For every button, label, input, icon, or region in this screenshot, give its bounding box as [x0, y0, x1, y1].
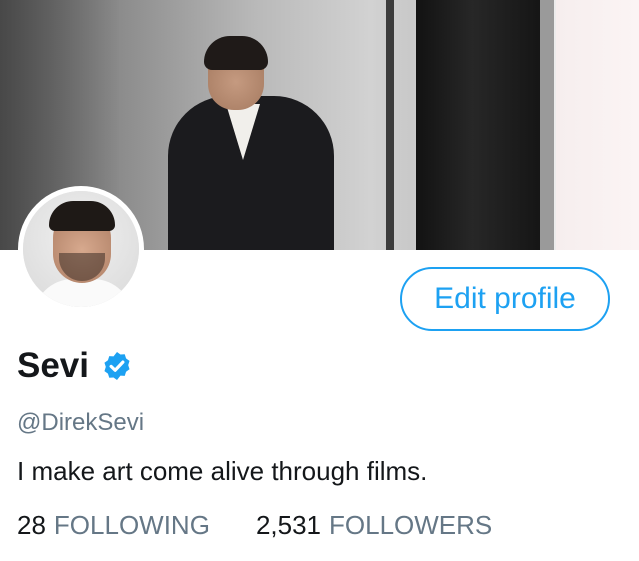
avatar[interactable]	[18, 186, 144, 312]
softbox-edge	[540, 0, 554, 250]
followers-stat[interactable]: 2,531 FOLLOWERS	[256, 510, 492, 541]
followers-label: FOLLOWERS	[329, 510, 493, 540]
person-hair	[204, 36, 268, 70]
banner-person	[168, 36, 338, 250]
following-stat[interactable]: 28 FOLLOWING	[17, 510, 210, 541]
followers-count: 2,531	[255, 510, 322, 540]
light-stand	[386, 0, 394, 250]
profile-name: Sevi	[17, 346, 89, 385]
profile-handle: @DirekSevi	[17, 409, 145, 436]
edit-profile-button[interactable]: Edit profile	[400, 267, 610, 331]
following-count: 28	[17, 510, 46, 540]
profile-bio: I make art come alive through films.	[17, 456, 428, 486]
light-panel	[556, 0, 639, 250]
verified-badge-icon	[101, 350, 133, 382]
avatar-hair	[49, 201, 115, 231]
following-label: FOLLOWING	[53, 510, 210, 540]
studio-softbox	[416, 0, 542, 250]
profile-name-row: Sevi	[17, 346, 133, 386]
profile-stats: 28 FOLLOWING 2,531 FOLLOWERS	[17, 510, 492, 541]
